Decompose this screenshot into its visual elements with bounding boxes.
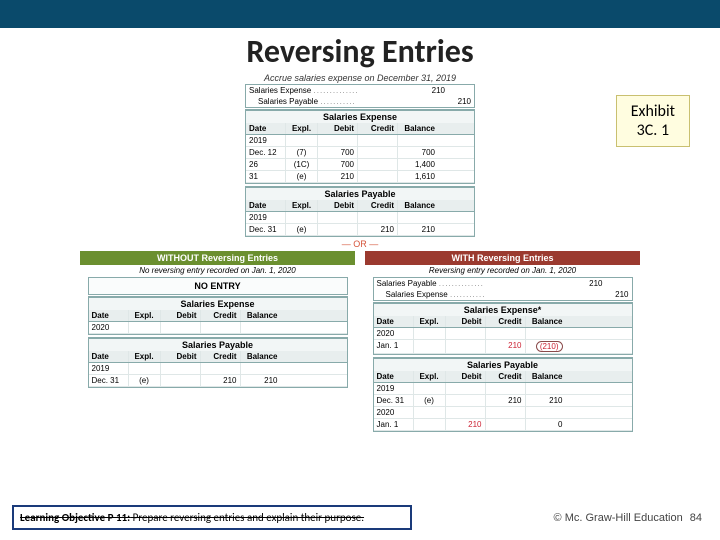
top-ledger-expense: Salaries Expense Date Expl. Debit Credit… — [245, 109, 475, 184]
content: Accrue salaries expense on December 31, … — [60, 73, 660, 432]
without-ledger-payable: Salaries Payable DateExpl.DebitCreditBal… — [88, 337, 348, 388]
top-journal: Salaries Expense .............. 210 Sala… — [245, 84, 475, 108]
with-pane: WITH Reversing Entries Reversing entry r… — [365, 251, 640, 432]
or-divider: — OR — — [60, 239, 660, 249]
with-header: WITH Reversing Entries — [365, 251, 640, 265]
without-pane: WITHOUT Reversing Entries No reversing e… — [80, 251, 355, 432]
learning-objective: Learning Objective P 11: Prepare reversi… — [12, 505, 412, 530]
with-sub: Reversing entry recorded on Jan. 1, 2020 — [365, 265, 640, 276]
copyright: © Mc. Graw-Hill Education 84 — [554, 512, 702, 524]
circled-balance: (210) — [536, 341, 563, 352]
without-ledger-expense: Salaries Expense DateExpl.DebitCreditBal… — [88, 296, 348, 335]
page-number: 84 — [690, 512, 702, 524]
with-journal: Salaries Payable ..............210 Salar… — [373, 277, 633, 301]
without-sub: No reversing entry recorded on Jan. 1, 2… — [80, 265, 355, 276]
no-entry: NO ENTRY — [88, 277, 348, 295]
with-ledger-payable: Salaries Payable DateExpl.DebitCreditBal… — [373, 357, 633, 432]
without-header: WITHOUT Reversing Entries — [80, 251, 355, 265]
top-caption: Accrue salaries expense on December 31, … — [60, 73, 660, 83]
top-ledger-payable: Salaries Payable Date Expl. Debit Credit… — [245, 186, 475, 237]
with-ledger-expense: Salaries Expense* DateExpl.DebitCreditBa… — [373, 302, 633, 355]
top-banner — [0, 0, 720, 28]
two-pane: WITHOUT Reversing Entries No reversing e… — [60, 251, 660, 432]
page-title: Reversing Entries — [0, 32, 720, 71]
